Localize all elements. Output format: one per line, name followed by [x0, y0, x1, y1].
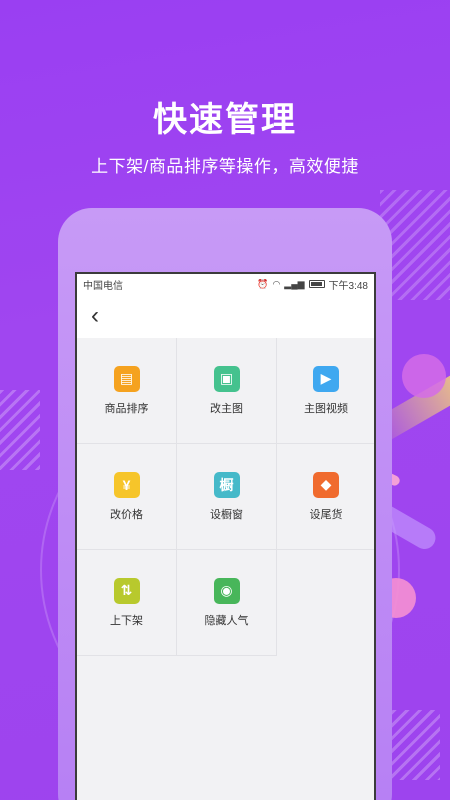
grid-item-hidden-eye[interactable]: ◉ 隐藏人气	[177, 550, 277, 656]
grid-item-up-down-arrows[interactable]: ⇅ 上下架	[77, 550, 177, 656]
back-arrow-icon[interactable]: ‹	[91, 304, 99, 328]
image-icon: ▣	[213, 365, 240, 392]
grid-item-label: 改主图	[210, 402, 243, 415]
grid-item-play[interactable]: ▶ 主图视频	[277, 338, 374, 444]
grid-item-label: 上下架	[110, 614, 143, 627]
grid-item-label: 设橱窗	[210, 508, 243, 521]
grid-item-sort-box[interactable]: ▤ 商品排序	[77, 338, 177, 444]
grid-item-label: 隐藏人气	[204, 614, 249, 627]
grid-item-label: 主图视频	[304, 402, 348, 415]
grid-item-showcase[interactable]: 橱设橱窗	[177, 444, 277, 550]
management-grid: ▤ 商品排序 ▣ 改主图 ▶ 主图视频 ¥ 改价格 橱设橱窗 ◆ 设尾货 ⇅ 上下架 ◉ 隐藏人气	[77, 338, 374, 656]
grid-item-label: 商品排序	[104, 402, 149, 415]
decorative-dot	[402, 354, 446, 398]
tag-icon: ◆	[313, 471, 339, 498]
up-down-arrows-icon: ⇅	[113, 577, 140, 604]
phone-screen: 中国电信 ⏰ ◠ ▂▄▆ 下午3:48 ‹ ▤ 商品排序 ▣ 改主图 ▶ 主图视频 ¥ 改价格…	[75, 272, 376, 800]
promo-title: 快速管理	[153, 101, 297, 139]
carrier-label: 中国电信	[83, 280, 123, 292]
yen-coin-icon: ¥	[113, 471, 140, 498]
sort-box-icon: ▤	[113, 365, 140, 392]
showcase-icon: 橱	[213, 471, 240, 498]
grid-item-tag[interactable]: ◆ 设尾货	[277, 444, 374, 550]
grid-item-label: 设尾货	[309, 508, 343, 521]
grid-item-label: 改价格	[110, 508, 143, 521]
decorative-stripes	[0, 390, 40, 470]
battery-icon	[308, 280, 325, 288]
status-bar: 中国电信 ⏰ ◠ ▂▄▆ 下午3:48	[77, 274, 374, 294]
wifi-icon: ◠	[272, 278, 281, 289]
signal-icon: ▂▄▆	[284, 278, 305, 289]
nav-bar: ‹	[77, 294, 374, 338]
hidden-eye-icon: ◉	[213, 577, 240, 604]
promo-subtitle: 上下架/商品排序等操作，高效便捷	[91, 157, 359, 176]
play-icon: ▶	[313, 365, 339, 392]
grid-item-image[interactable]: ▣ 改主图	[177, 338, 277, 444]
alarm-icon: ⏰	[257, 278, 269, 289]
grid-item-yen-coin[interactable]: ¥ 改价格	[77, 444, 177, 550]
clock: 下午3:48	[328, 280, 368, 292]
